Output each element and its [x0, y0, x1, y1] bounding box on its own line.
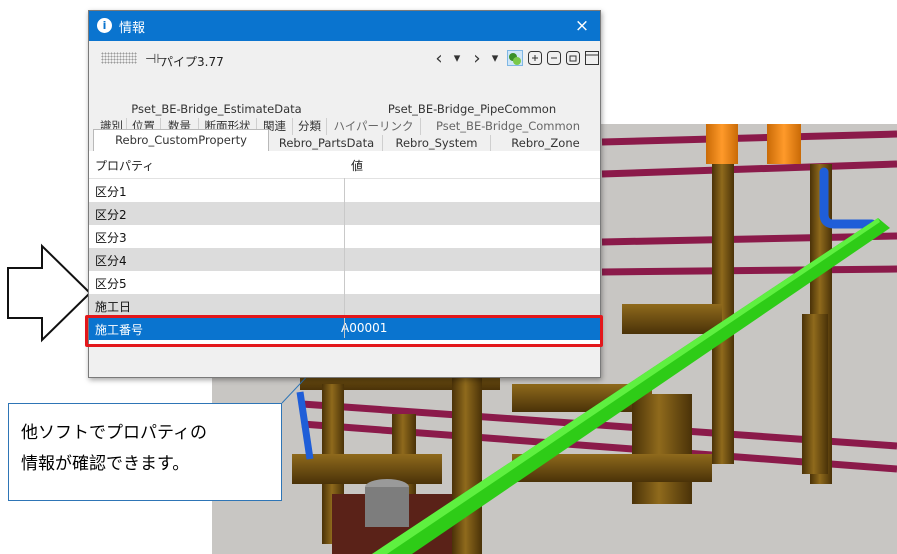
display-mode-icon[interactable] [507, 50, 523, 66]
property-name: 区分5 [95, 277, 127, 291]
property-tabs: Pset_BE-Bridge_EstimateData Pset_BE-Brid… [89, 79, 600, 152]
callout-line-2: 情報が確認できます。 [21, 454, 190, 474]
element-name: パイプ3.77 [161, 55, 224, 69]
callout-note: 他ソフトでプロパティの 情報が確認できます。 [8, 403, 282, 501]
window-icon[interactable] [584, 50, 600, 66]
property-name: 区分1 [95, 185, 127, 199]
column-divider[interactable] [344, 178, 345, 338]
tab-system[interactable]: Rebro_System [383, 135, 491, 151]
prev-dropdown-button[interactable]: ▾ [449, 49, 465, 69]
copy-icon[interactable] [565, 50, 581, 66]
property-name: 区分2 [95, 208, 127, 222]
grid-header: プロパティ 値 [89, 151, 600, 179]
tab-zone[interactable]: Rebro_Zone [491, 135, 600, 151]
property-name: 区分3 [95, 231, 127, 245]
property-name: 施工日 [95, 300, 132, 314]
next-dropdown-button[interactable]: ▾ [487, 49, 503, 69]
pointer-arrow-icon [7, 243, 92, 343]
property-grid: プロパティ 値 区分1 区分2 区分3 区分4 区分5 施工日 施工番号 A00… [89, 151, 600, 347]
tab-classification[interactable]: 分類 [293, 118, 327, 135]
info-icon: i [97, 18, 112, 33]
info-dialog: i 情報 × ⊣⊢ パイプ3.77 ‹ ▾ › ▾ Pset_BE-Bridge… [88, 10, 601, 378]
dialog-toolbar: ⊣⊢ パイプ3.77 ‹ ▾ › ▾ [89, 41, 600, 79]
property-value[interactable]: A00001 [341, 321, 387, 335]
property-name: 区分4 [95, 254, 127, 268]
tab-bridge-common[interactable]: Pset_BE-Bridge_Common [421, 118, 595, 135]
dialog-titlebar[interactable]: i 情報 × [89, 11, 600, 41]
prev-button[interactable]: ‹ [431, 49, 447, 69]
column-header-value[interactable]: 値 [351, 157, 363, 174]
tab-parts-data[interactable]: Rebro_PartsData [271, 135, 383, 151]
tab-estimate-data[interactable]: Pset_BE-Bridge_EstimateData [89, 101, 344, 118]
next-button[interactable]: › [469, 49, 485, 69]
collapse-all-icon[interactable] [546, 50, 562, 66]
tab-pipe-common[interactable]: Pset_BE-Bridge_PipeCommon [344, 101, 600, 118]
callout-line-1: 他ソフトでプロパティの [21, 423, 207, 443]
tab-hyperlink[interactable]: ハイパーリンク [327, 118, 421, 135]
column-header-property[interactable]: プロパティ [95, 157, 154, 174]
property-name: 施工番号 [95, 323, 144, 337]
tab-custom-property[interactable]: Rebro_CustomProperty [93, 129, 269, 151]
dialog-title: 情報 [119, 21, 146, 36]
close-button[interactable]: × [564, 11, 600, 41]
grip-handle[interactable] [101, 52, 137, 64]
expand-all-icon[interactable] [527, 50, 543, 66]
horizontal-scrollbar[interactable] [89, 347, 600, 377]
